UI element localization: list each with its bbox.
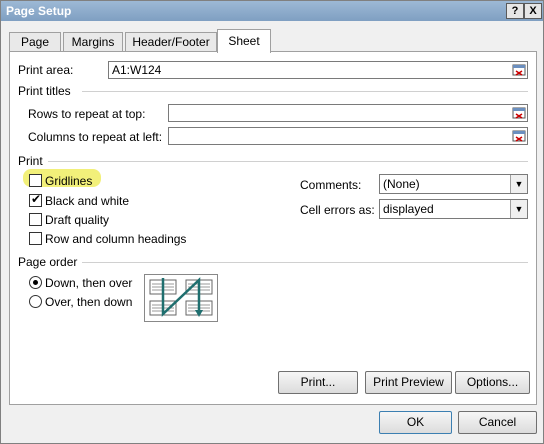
comments-select[interactable]: (None) ▼ <box>379 174 528 194</box>
comments-label: Comments: <box>300 178 362 192</box>
print-preview-button[interactable]: Print Preview <box>365 371 452 394</box>
tab-sheet[interactable]: Sheet <box>217 29 271 53</box>
print-area-value: A1:W124 <box>112 63 162 77</box>
print-titles-heading: Print titles <box>18 84 71 98</box>
cancel-button[interactable]: Cancel <box>458 411 537 434</box>
cell-errors-select[interactable]: displayed ▼ <box>379 199 528 219</box>
dialog-title: Page Setup <box>6 4 72 18</box>
row-col-headings-label: Row and column headings <box>45 232 187 246</box>
cols-repeat-field[interactable] <box>168 127 528 145</box>
collapse-dialog-icon[interactable] <box>512 63 526 77</box>
title-bar[interactable]: Page Setup ? X <box>1 1 543 21</box>
over-then-down-label: Over, then down <box>45 295 133 309</box>
draft-quality-checkbox[interactable] <box>29 213 42 226</box>
collapse-dialog-icon[interactable] <box>512 106 526 120</box>
sheet-panel: Print area: A1:W124 Print titles Rows to… <box>9 51 537 405</box>
close-button[interactable]: X <box>524 3 542 19</box>
help-button[interactable]: ? <box>506 3 524 19</box>
rows-repeat-label: Rows to repeat at top: <box>28 107 146 121</box>
black-white-label: Black and white <box>45 194 130 208</box>
divider <box>82 91 528 92</box>
print-area-field[interactable]: A1:W124 <box>108 61 528 79</box>
chevron-down-icon[interactable]: ▼ <box>510 175 527 193</box>
comments-value: (None) <box>383 177 420 191</box>
options-button[interactable]: Options... <box>455 371 530 394</box>
row-col-headings-checkbox[interactable] <box>29 232 42 245</box>
cols-repeat-label: Columns to repeat at left: <box>28 130 163 144</box>
tab-page[interactable]: Page <box>9 32 61 52</box>
over-then-down-radio[interactable] <box>29 295 42 308</box>
page-order-preview-icon <box>144 274 218 322</box>
tab-header-footer[interactable]: Header/Footer <box>125 32 217 52</box>
down-then-over-radio[interactable] <box>29 276 42 289</box>
rows-repeat-field[interactable] <box>168 104 528 122</box>
tab-margins[interactable]: Margins <box>63 32 123 52</box>
gridlines-checkbox[interactable] <box>29 174 42 187</box>
draft-quality-label: Draft quality <box>45 213 110 227</box>
divider <box>82 262 528 263</box>
print-heading: Print <box>18 154 43 168</box>
cell-errors-label: Cell errors as: <box>300 203 375 217</box>
black-white-checkbox[interactable] <box>29 192 42 207</box>
page-order-heading: Page order <box>18 255 78 269</box>
ok-button[interactable]: OK <box>379 411 452 434</box>
print-button[interactable]: Print... <box>278 371 358 394</box>
chevron-down-icon[interactable]: ▼ <box>510 200 527 218</box>
print-area-label: Print area: <box>18 63 74 77</box>
cell-errors-value: displayed <box>383 202 434 216</box>
page-setup-dialog: Page Setup ? X Page Margins Header/Foote… <box>0 0 544 444</box>
collapse-dialog-icon[interactable] <box>512 129 526 143</box>
gridlines-label: Gridlines <box>45 174 93 188</box>
divider <box>48 161 528 162</box>
down-then-over-label: Down, then over <box>45 276 133 290</box>
